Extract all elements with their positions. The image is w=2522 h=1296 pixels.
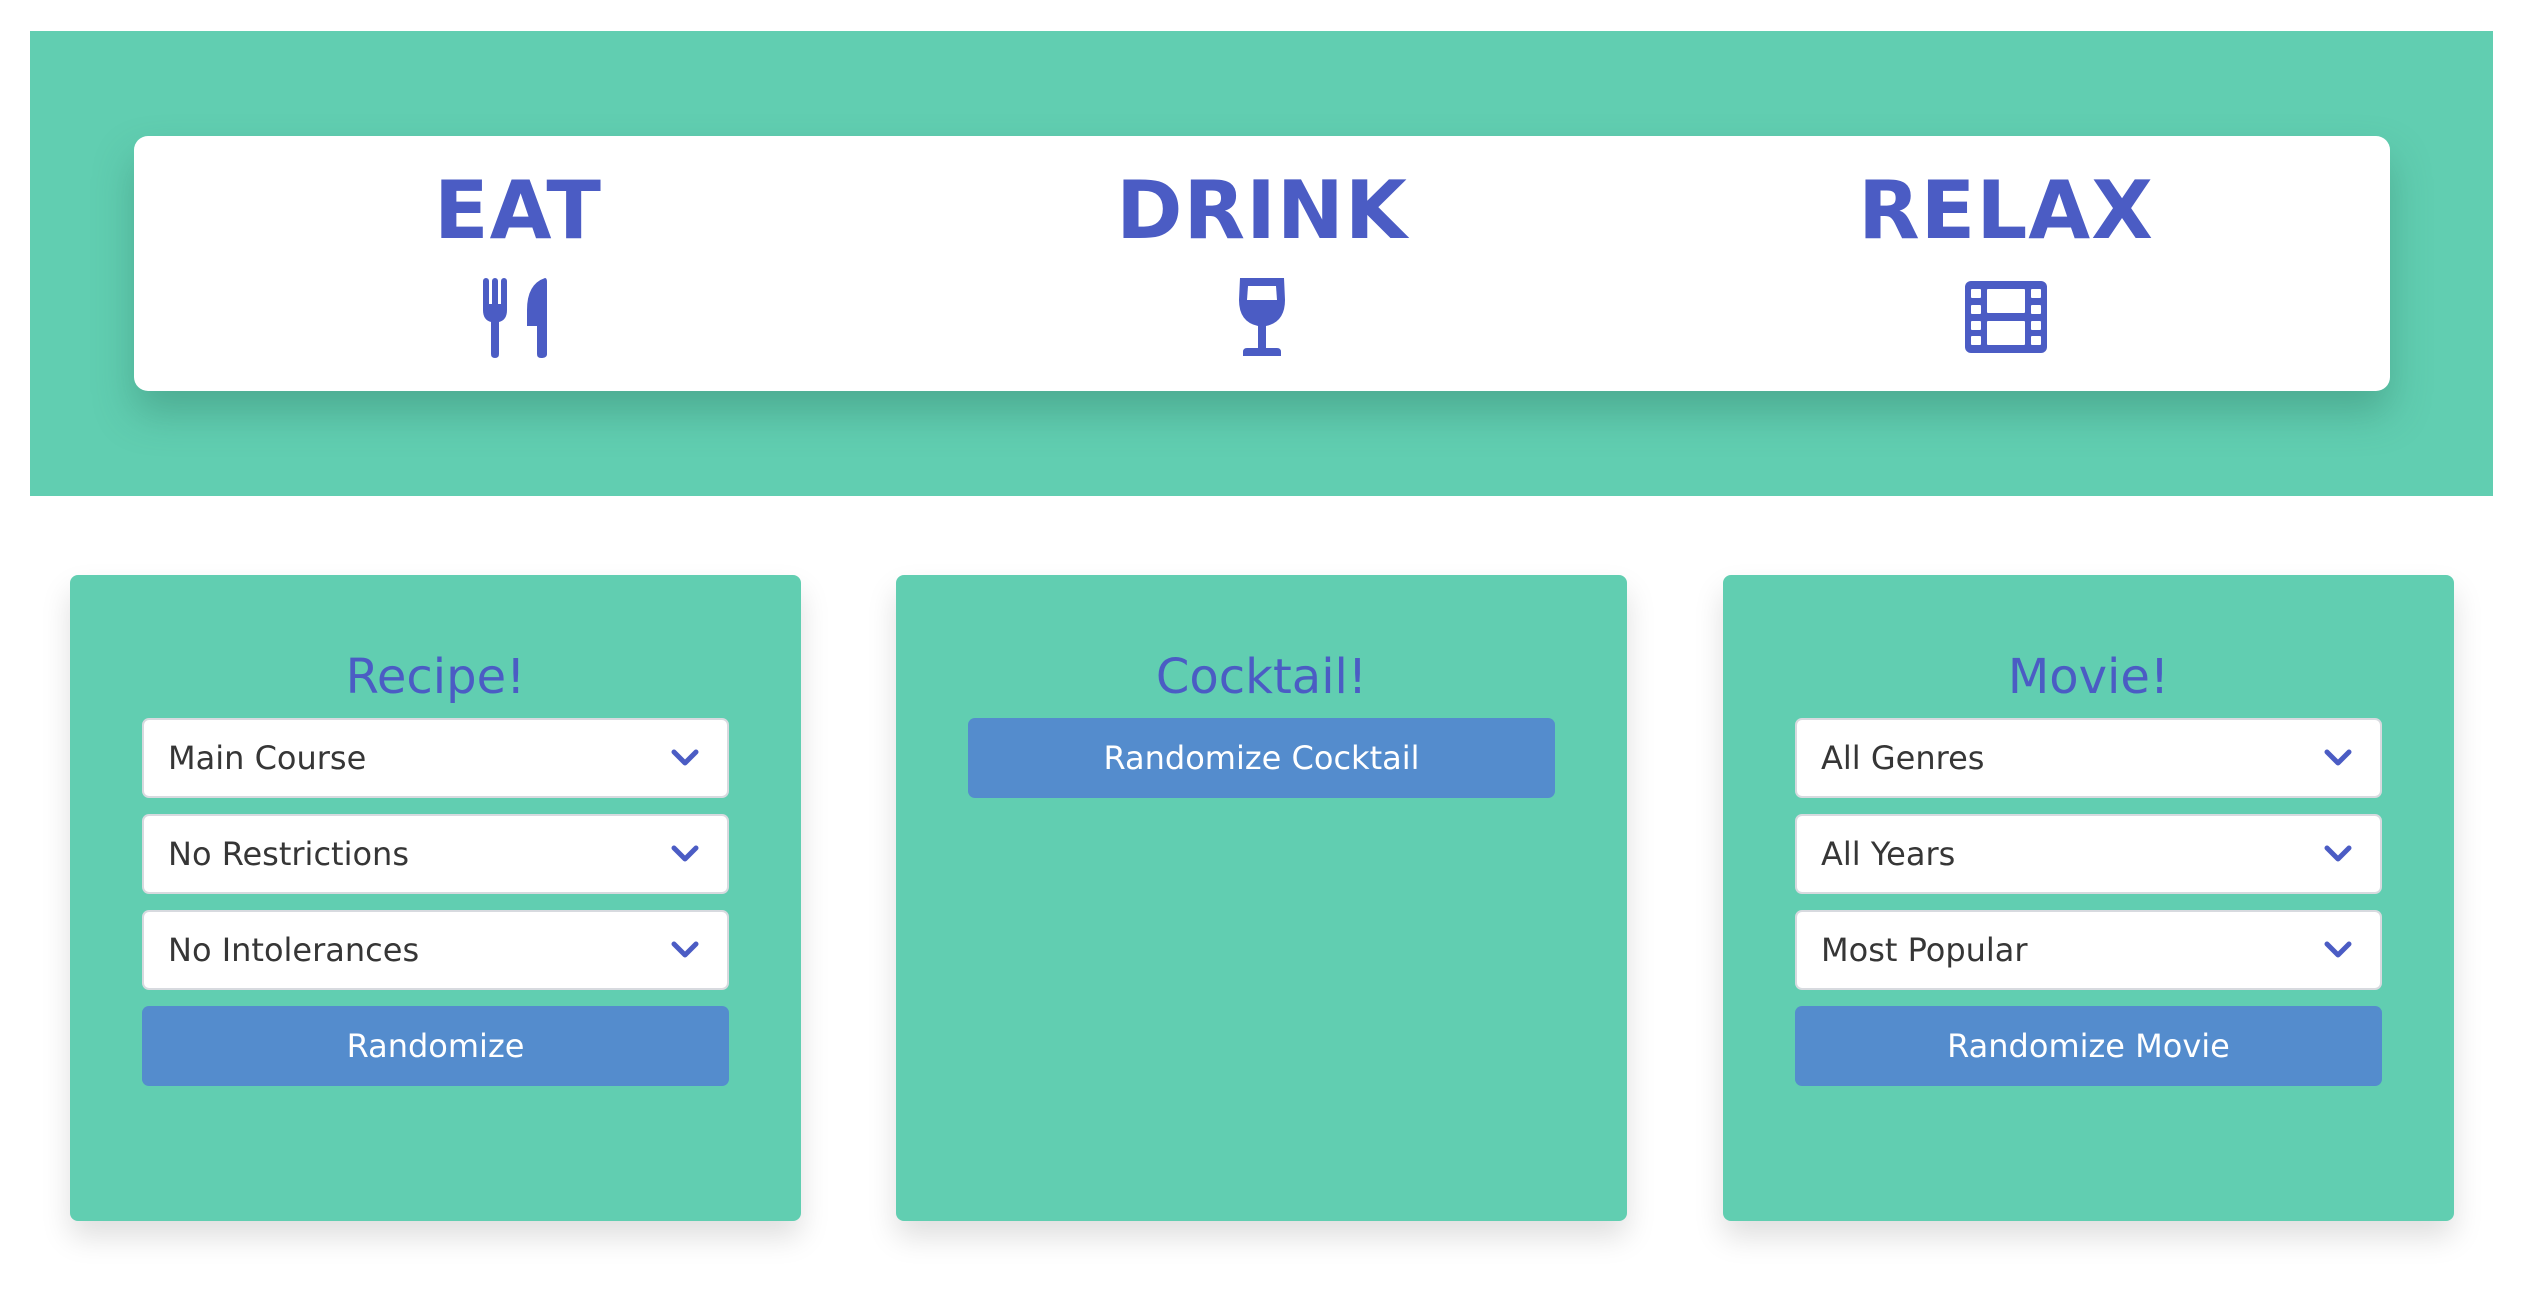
chevron-down-icon [2324, 845, 2352, 862]
drink-title: DRINK [1116, 164, 1408, 257]
movie-title: Movie! [2007, 649, 2170, 705]
sort-select-value: Most Popular [1821, 931, 2028, 969]
cocktail-panel: Cocktail! Randomize Cocktail [896, 575, 1627, 1221]
chevron-down-icon [2324, 749, 2352, 766]
hero-section-relax[interactable]: RELAX [1630, 136, 2382, 391]
cocktail-title: Cocktail! [1155, 649, 1368, 705]
course-select-value: Main Course [168, 739, 367, 777]
sort-select[interactable]: Most Popular [1795, 910, 2382, 990]
wine-glass-icon [1217, 272, 1307, 362]
chevron-down-icon [671, 941, 699, 958]
movie-panel: Movie! All Genres All Years Most Popular… [1723, 575, 2454, 1221]
hero-section-eat[interactable]: EAT [142, 136, 894, 391]
year-select-value: All Years [1821, 835, 1956, 873]
chevron-down-icon [671, 845, 699, 862]
hero-banner: EAT DRINK RELAX [30, 31, 2493, 496]
diet-select-value: No Restrictions [168, 835, 409, 873]
film-icon [1961, 272, 2051, 362]
relax-title: RELAX [1858, 164, 2154, 257]
randomize-cocktail-button[interactable]: Randomize Cocktail [968, 718, 1555, 798]
recipe-title: Recipe! [345, 649, 526, 705]
intolerance-select[interactable]: No Intolerances [142, 910, 729, 990]
chevron-down-icon [671, 749, 699, 766]
hero-card: EAT DRINK RELAX [134, 136, 2390, 391]
hero-section-drink[interactable]: DRINK [886, 136, 1638, 391]
diet-select[interactable]: No Restrictions [142, 814, 729, 894]
chevron-down-icon [2324, 941, 2352, 958]
eat-title: EAT [434, 164, 602, 257]
randomize-movie-button[interactable]: Randomize Movie [1795, 1006, 2382, 1086]
intolerance-select-value: No Intolerances [168, 931, 420, 969]
genre-select-value: All Genres [1821, 739, 1985, 777]
recipe-panel: Recipe! Main Course No Restrictions No I… [70, 575, 801, 1221]
course-select[interactable]: Main Course [142, 718, 729, 798]
genre-select[interactable]: All Genres [1795, 718, 2382, 798]
utensils-icon [473, 272, 563, 362]
randomize-recipe-button[interactable]: Randomize [142, 1006, 729, 1086]
year-select[interactable]: All Years [1795, 814, 2382, 894]
